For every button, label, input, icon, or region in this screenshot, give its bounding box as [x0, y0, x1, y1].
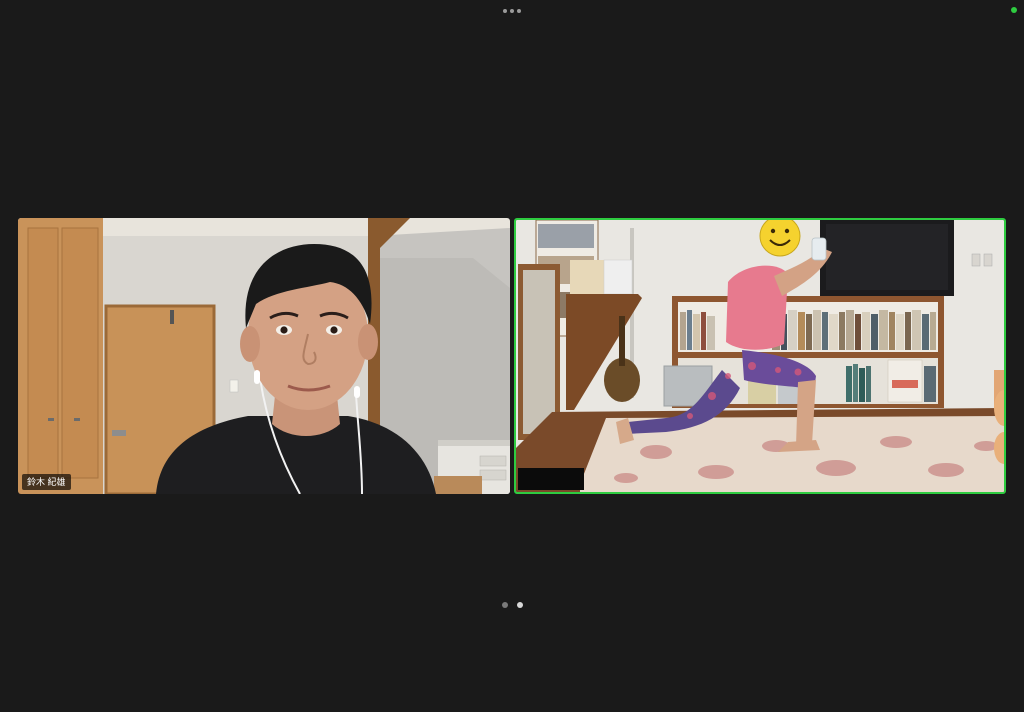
gallery-page-indicator — [498, 600, 526, 610]
more-horizontal-icon — [517, 9, 521, 13]
page-dot-2[interactable] — [516, 602, 523, 608]
more-horizontal-icon — [510, 9, 514, 13]
active-speaker-video-tile[interactable] — [514, 218, 1006, 494]
meeting-gallery-view: 鈴木 紀雄 — [0, 0, 1024, 712]
participant-video-feed — [18, 218, 510, 494]
participant-video-tile[interactable]: 鈴木 紀雄 — [18, 218, 510, 494]
active-speaker-video-feed — [516, 220, 1004, 492]
more-options-button[interactable] — [498, 4, 526, 18]
participant-name-label — [518, 468, 584, 490]
more-horizontal-icon — [503, 9, 507, 13]
participant-name-label: 鈴木 紀雄 — [22, 474, 71, 490]
connection-status-dot — [1011, 7, 1017, 13]
page-dot-1[interactable] — [501, 602, 508, 608]
